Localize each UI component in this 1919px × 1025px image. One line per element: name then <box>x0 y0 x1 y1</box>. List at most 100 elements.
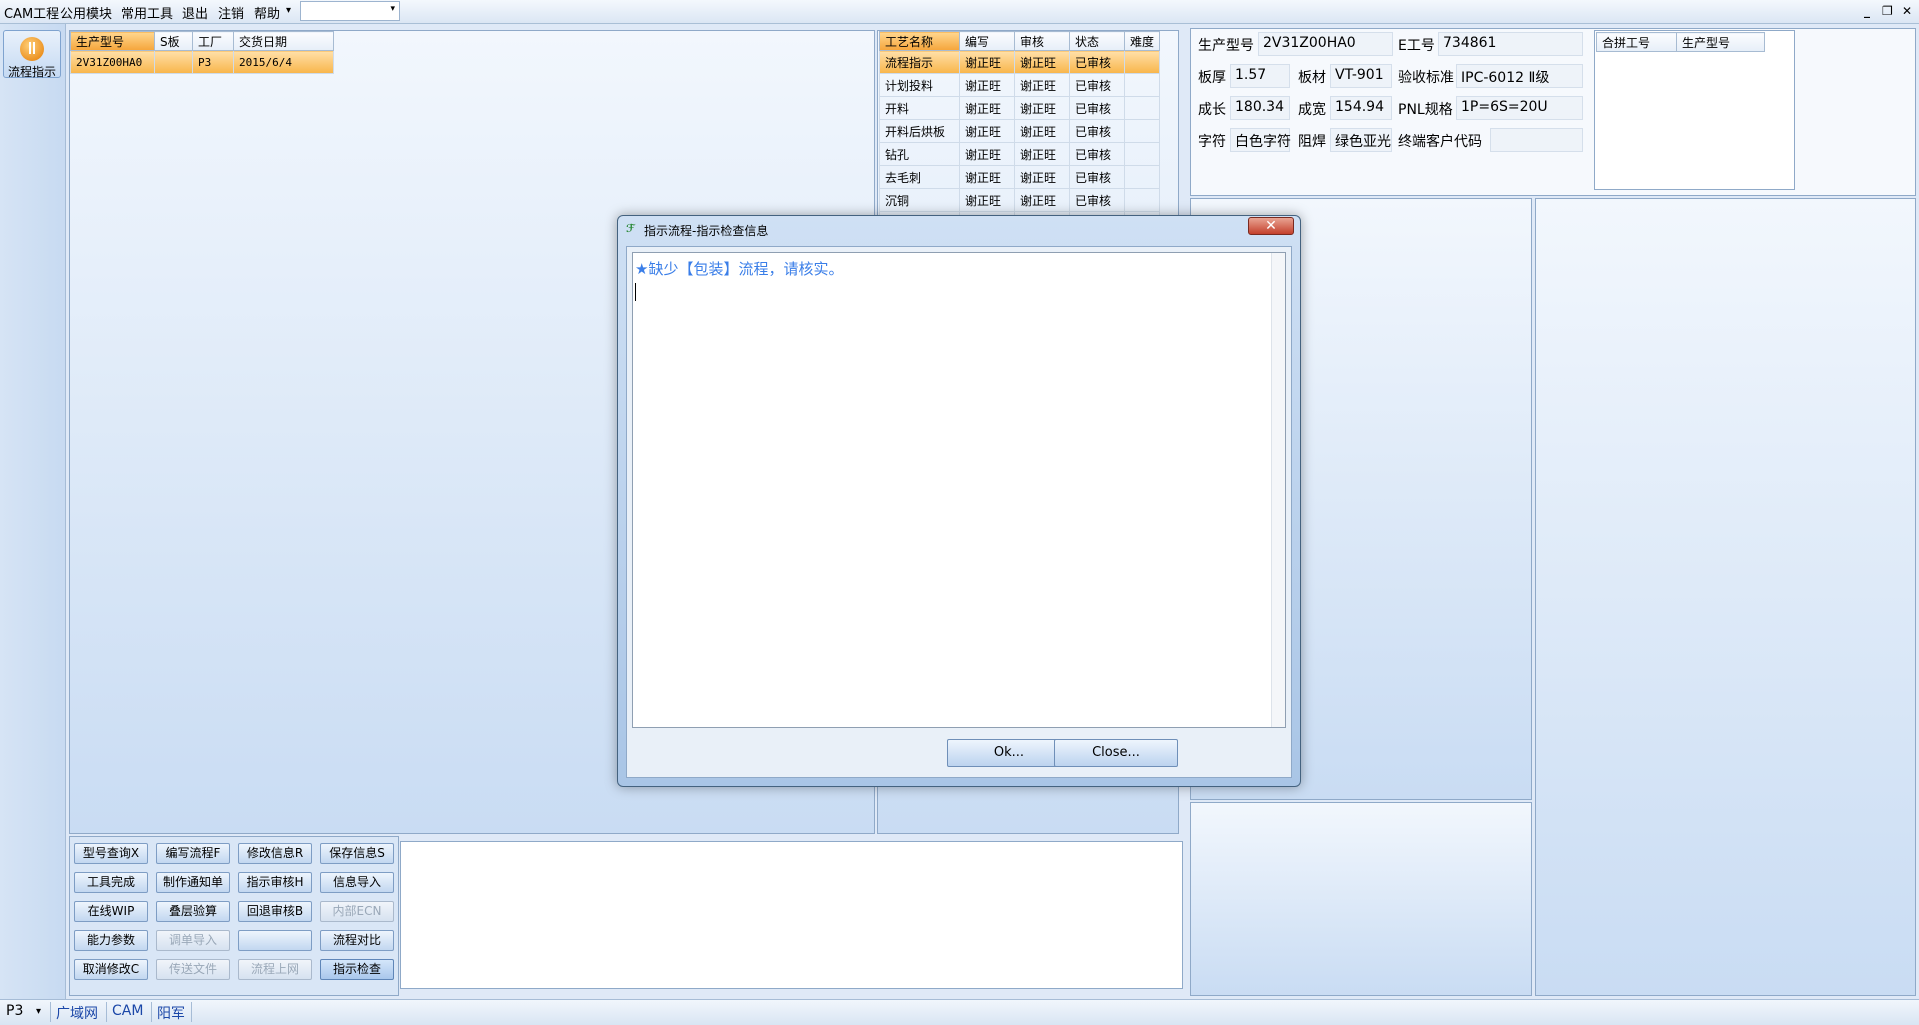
process-cell <box>1124 165 1160 189</box>
model-query-button[interactable]: 型号查询X <box>74 843 148 864</box>
column-header[interactable]: 生产型号 <box>1676 32 1765 52</box>
flow-instruction-button[interactable]: 流程指示 <box>3 30 61 79</box>
orders-grid: 生产型号 S板 工厂 交货日期 2V31Z00HA0 P3 2015/6/4 <box>70 31 334 74</box>
table-row[interactable]: 2V31Z00HA0 P3 2015/6/4 <box>70 50 334 74</box>
menu-cam-project[interactable]: CAM工程 <box>4 3 59 22</box>
process-cell: 已审核 <box>1069 119 1125 143</box>
process-cell <box>1124 50 1160 74</box>
menu-common-tools[interactable]: 常用工具 <box>121 3 173 22</box>
online-wip-button[interactable]: 在线WIP <box>74 901 148 922</box>
flow-compare-button[interactable]: 流程对比 <box>320 930 394 951</box>
left-toolbar: 流程指示 <box>0 24 66 999</box>
process-cell: 钻孔 <box>879 142 960 166</box>
table-row[interactable]: 流程指示 谢正旺 谢正旺 已审核 <box>879 50 1160 74</box>
flow-app-icon: ℱ <box>626 222 635 235</box>
menu-help[interactable]: 帮助 <box>254 3 280 22</box>
column-header[interactable]: 工艺名称 <box>879 31 960 51</box>
column-header[interactable]: 审核 <box>1014 31 1070 51</box>
table-row[interactable]: 去毛刺 谢正旺 谢正旺 已审核 <box>879 165 1160 189</box>
mask-label: 阻焊 <box>1298 134 1326 150</box>
process-cell: 谢正旺 <box>1014 165 1070 189</box>
dialog-scrollbar[interactable] <box>1271 253 1285 727</box>
cell-s-board <box>154 50 193 74</box>
table-row[interactable]: 开料 谢正旺 谢正旺 已审核 <box>879 96 1160 120</box>
save-info-button[interactable]: 保存信息S <box>320 843 394 864</box>
info-import-button[interactable]: 信息导入 <box>320 872 394 893</box>
status-user: 阳军 <box>157 1006 185 1022</box>
menu-combo-box[interactable]: ▾ <box>300 1 400 21</box>
menu-logout[interactable]: 注销 <box>218 3 244 22</box>
right-bottom-panel <box>1190 802 1532 996</box>
tool-complete-button[interactable]: 工具完成 <box>74 872 148 893</box>
flow-instruction-label: 流程指示 <box>7 65 56 79</box>
column-header[interactable]: 编写 <box>959 31 1015 51</box>
chevron-down-icon[interactable]: ▾ <box>286 5 291 16</box>
column-header[interactable]: 难度 <box>1124 31 1160 51</box>
text-caret <box>635 283 636 301</box>
process-cell <box>1124 96 1160 120</box>
internal-ecn-button[interactable]: 内部ECN <box>320 901 394 922</box>
status-separator <box>191 1002 192 1022</box>
close-button[interactable]: Close... <box>1054 739 1178 767</box>
model-field[interactable]: 2V31Z00HA0 <box>1258 32 1393 56</box>
capability-params-button[interactable]: 能力参数 <box>74 930 148 951</box>
table-row[interactable]: 计划投料 谢正旺 谢正旺 已审核 <box>879 73 1160 97</box>
send-file-button[interactable]: 传送文件 <box>156 959 230 980</box>
material-field[interactable]: VT-901 <box>1330 64 1392 88</box>
cell-factory: P3 <box>192 50 234 74</box>
restore-icon[interactable]: ❐ <box>1882 4 1893 18</box>
chevron-down-icon[interactable]: ▾ <box>36 1006 41 1017</box>
status-separator <box>151 1002 152 1022</box>
column-header[interactable]: 状态 <box>1069 31 1125 51</box>
column-header[interactable]: S板 <box>154 31 193 51</box>
process-cell <box>1124 188 1160 212</box>
ok-button[interactable]: Ok... <box>947 739 1071 767</box>
flow-upload-button[interactable]: 流程上网 <box>238 959 312 980</box>
menu-exit[interactable]: 退出 <box>182 3 208 22</box>
minimize-icon[interactable]: _ <box>1864 4 1870 18</box>
customer-field[interactable] <box>1490 128 1583 152</box>
blank-button[interactable] <box>238 930 312 951</box>
cancel-edit-button[interactable]: 取消修改C <box>74 959 148 980</box>
rollback-review-button[interactable]: 回退审核B <box>238 901 312 922</box>
menu-common-modules[interactable]: 公用模块 <box>60 3 112 22</box>
process-cell: 谢正旺 <box>959 119 1015 143</box>
mask-field[interactable]: 绿色亚光 <box>1330 128 1392 152</box>
model-label: 生产型号 <box>1198 38 1254 54</box>
thickness-field[interactable]: 1.57 <box>1230 64 1290 88</box>
table-row[interactable]: 钻孔 谢正旺 谢正旺 已审核 <box>879 142 1160 166</box>
length-field[interactable]: 180.34 <box>1230 96 1290 120</box>
pnl-field[interactable]: 1P=6S=20U <box>1456 96 1583 120</box>
stackup-check-button[interactable]: 叠层验算 <box>156 901 230 922</box>
process-cell: 谢正旺 <box>959 50 1015 74</box>
merge-panel <box>1594 30 1795 190</box>
table-row[interactable]: 开料后烘板 谢正旺 谢正旺 已审核 <box>879 119 1160 143</box>
close-icon[interactable]: ✕ <box>1902 4 1912 18</box>
process-cell: 已审核 <box>1069 96 1125 120</box>
edit-info-button[interactable]: 修改信息R <box>238 843 312 864</box>
status-separator <box>50 1002 51 1022</box>
process-cell: 计划投料 <box>879 73 960 97</box>
column-header[interactable]: 工厂 <box>192 31 234 51</box>
column-header[interactable]: 交货日期 <box>233 31 334 51</box>
standard-label: 验收标准 <box>1398 70 1454 86</box>
status-factory[interactable]: P3 <box>6 1003 23 1019</box>
chevron-down-icon: ▾ <box>390 4 395 14</box>
width-field[interactable]: 154.94 <box>1330 96 1392 120</box>
close-icon[interactable]: ✕ <box>1248 217 1294 235</box>
table-row[interactable]: 沉铜 谢正旺 谢正旺 已审核 <box>879 188 1160 212</box>
instruction-check-button[interactable]: 指示检查 <box>320 959 394 980</box>
process-cell: 谢正旺 <box>1014 142 1070 166</box>
make-notice-button[interactable]: 制作通知单 <box>156 872 230 893</box>
instruction-review-button[interactable]: 指示审核H <box>238 872 312 893</box>
order-import-button[interactable]: 调单导入 <box>156 930 230 951</box>
standard-field[interactable]: IPC-6012 Ⅱ级 <box>1456 64 1583 88</box>
message-textarea[interactable]: ★缺少【包装】流程，请核实。 <box>632 252 1286 728</box>
notes-area[interactable] <box>400 841 1183 989</box>
column-header[interactable]: 生产型号 <box>70 31 155 51</box>
write-flow-button[interactable]: 编写流程F <box>156 843 230 864</box>
column-header[interactable]: 合拼工号 <box>1596 32 1677 52</box>
process-cell: 谢正旺 <box>959 73 1015 97</box>
char-field[interactable]: 白色字符 <box>1230 128 1291 152</box>
e-no-field[interactable]: 734861 <box>1438 32 1583 56</box>
